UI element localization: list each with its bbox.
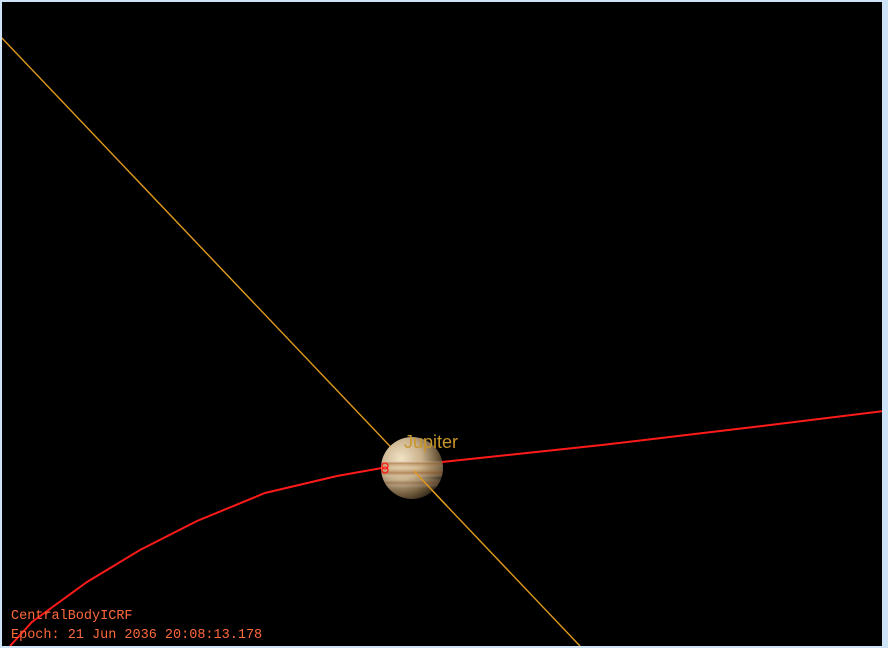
trajectory-line-outgoing [441,410,882,463]
scene-canvas [2,37,882,646]
3d-viewport[interactable]: Jupiter CentralBodyICRF Epoch: 21 Jun 20… [2,2,882,646]
reference-frame-text: CentralBodyICRF [11,609,133,624]
jupiter-label: Jupiter [404,432,459,452]
hud-overlay: CentralBodyICRF Epoch: 21 Jun 2036 20:08… [11,607,262,645]
axis-line [2,37,581,646]
epoch-text: Epoch: 21 Jun 2036 20:08:13.178 [11,628,263,643]
window-frame: Jupiter CentralBodyICRF Epoch: 21 Jun 20… [0,0,888,648]
